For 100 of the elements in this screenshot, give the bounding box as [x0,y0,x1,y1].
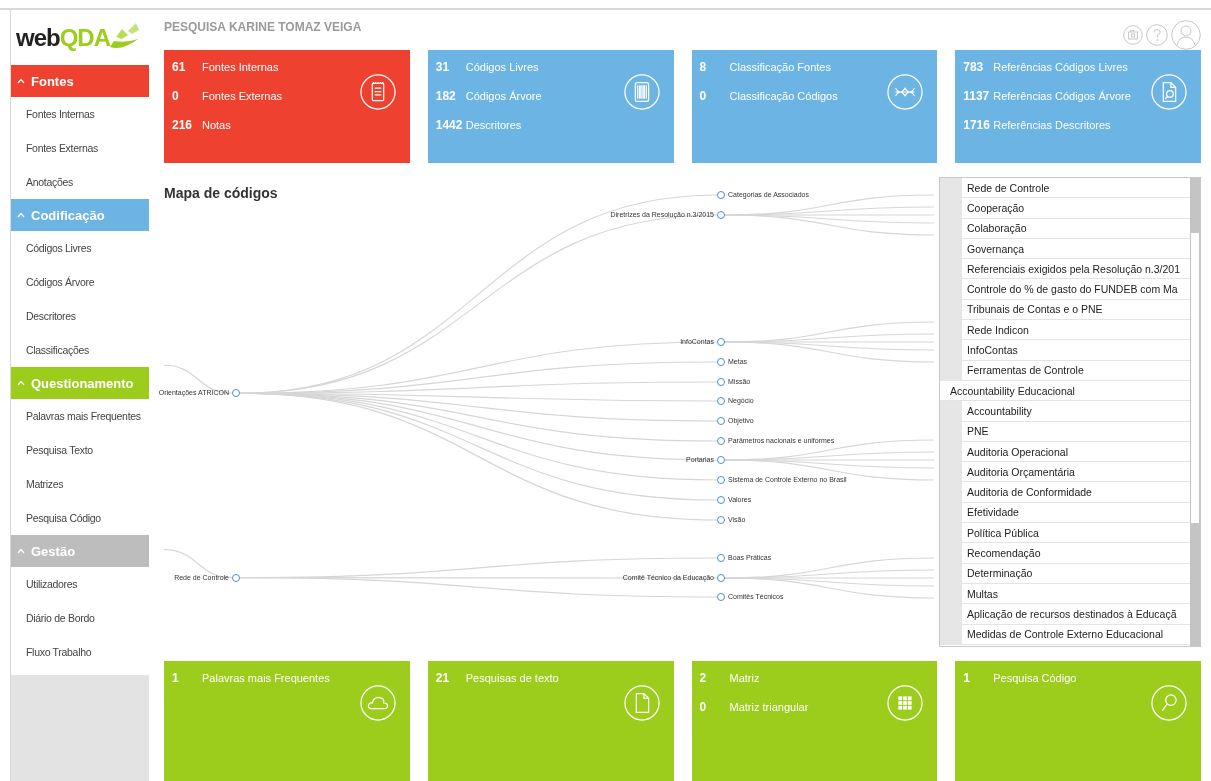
sidebar-item[interactable]: Classificações [11,333,149,367]
count: 61 [172,60,187,74]
card-label: Referências Códigos Árvore [993,90,1131,102]
help-icon[interactable] [1146,24,1168,46]
count: 783 [963,60,985,74]
link-line [164,549,233,579]
card-label: Códigos Árvore [465,90,542,102]
node-circle[interactable] [717,456,725,464]
node-circle[interactable] [717,397,725,405]
search-icon [1151,685,1187,721]
card-label: Pesquisa Código [993,672,1077,684]
count: 0 [699,700,708,714]
list-item[interactable]: Auditoria Orçamentária [962,462,1190,483]
list-item[interactable]: Colaboração [962,218,1190,239]
list-item[interactable]: Controle do % de gasto do FUNDEB com Ma [962,279,1190,300]
card-label: Classificação Códigos [729,90,838,102]
card-label: Referências Descritores [993,119,1111,131]
node-circle[interactable] [717,574,725,582]
list-item[interactable]: Multas [962,583,1190,605]
card-label: Palavras mais Frequentes [202,672,330,684]
scrollbar[interactable] [1190,178,1200,646]
node-circle[interactable] [717,338,725,346]
count: 1 [963,671,971,685]
sidebar-item[interactable]: Pesquisa Código [11,501,149,535]
list-item[interactable]: Medidas de Controle Externo Educacional [962,624,1190,645]
sidebar-item[interactable]: Pesquisa Texto [11,433,149,467]
tangle-icon [887,74,924,110]
list-item[interactable]: Aplicação de recursos destinados à Educaçã [962,604,1190,625]
section-header[interactable]: Fontes [11,65,149,97]
node-circle[interactable] [717,496,725,504]
card-label: Fontes Internas [202,61,279,73]
notepad-icon [359,74,396,110]
list-item[interactable]: Determinação [962,563,1190,584]
barcode-icon [623,74,660,110]
sidebar-item[interactable]: Utilizadores [11,567,149,601]
sidebar-item[interactable]: Descritores [11,299,149,333]
count: 2 [699,671,708,685]
project-title: PESQUISA KARINE TOMAZ VEIGA [164,20,362,34]
sidebar-item[interactable]: Diário de Bordo [11,601,149,635]
card-label: Referências Códigos Livres [993,61,1128,73]
logo: webQDA [16,23,111,52]
node-circle[interactable] [232,389,240,398]
card-label: Matriz [729,672,760,684]
node-circle[interactable] [717,191,725,199]
sidebar-item[interactable]: Fontes Internas [11,97,149,131]
count: 0 [699,89,708,103]
sidebar-item[interactable]: Anotações [11,165,149,199]
list-item[interactable]: Política Pública [962,523,1190,544]
node-circle[interactable] [232,573,240,582]
card-label: Pesquisas de texto [465,672,559,684]
node-circle[interactable] [717,211,725,219]
count: 31 [435,60,451,74]
list-item[interactable]: Efetividade [962,502,1190,524]
list-item[interactable]: InfoContas [962,340,1190,361]
list-item[interactable]: Governança [962,238,1190,260]
node-circle[interactable] [717,516,725,524]
document-icon [623,685,660,721]
user-icon[interactable] [1171,20,1201,50]
node-circle[interactable] [717,593,725,601]
count: 21 [435,671,451,685]
node-circle[interactable] [717,417,725,425]
sidebar-item[interactable]: Matrizes [11,467,149,501]
list-item[interactable]: Recomendação [962,543,1190,564]
count: 1442 [435,118,464,132]
list-item[interactable]: Auditoria Operacional [962,441,1190,463]
list-item[interactable]: Referenciais exigidos pela Resolução n.3/201 [962,259,1190,280]
card-label: Matriz triangular [729,701,809,713]
card-label: Descritores [465,119,522,131]
node-circle[interactable] [717,358,725,366]
list-item[interactable]: Rede de Controle [962,178,1190,199]
sidebar-item[interactable]: Códigos Livres [11,231,149,265]
card-label: Códigos Livres [465,61,539,73]
card-label: Classificação Fontes [729,61,831,73]
grid-icon [887,685,924,721]
list-item[interactable]: PNE [962,421,1190,442]
count: 1 [172,671,180,685]
card-label: Fontes Externas [202,90,283,102]
document-search-icon [1151,74,1187,110]
list-item[interactable]: Ferramentas de Controle [962,360,1190,381]
list-item[interactable]: Rede Indicon [962,320,1190,341]
sidebar-item[interactable]: Códigos Árvore [11,265,149,299]
node-circle[interactable] [717,554,725,562]
node-circle[interactable] [717,378,725,386]
summary-card[interactable]: 61 Fontes Internas 0 Fontes Externas 216 Notas [164,50,410,163]
node-circle[interactable] [717,437,725,445]
node-circle[interactable] [717,476,725,484]
card-label: Notas [202,119,231,131]
sidebar-item[interactable]: Fontes Externas [11,131,149,165]
list-item[interactable]: Auditoria de Conformidade [962,482,1190,503]
count: 182 [435,89,457,103]
count: 216 [172,118,194,132]
count: 8 [699,60,708,74]
sidebar-item[interactable]: Palavras mais Frequentes [11,399,149,433]
list-item[interactable]: Cooperação [962,198,1190,219]
list-item[interactable]: Tribunais de Contas e o PNE [962,299,1190,321]
count: 0 [172,89,180,103]
list-item[interactable]: Accountability [962,401,1190,422]
sidebar-item[interactable]: Fluxo Trabalho [11,635,149,669]
map-title: Mapa de códigos [164,185,278,201]
count: 1137 [963,89,991,103]
